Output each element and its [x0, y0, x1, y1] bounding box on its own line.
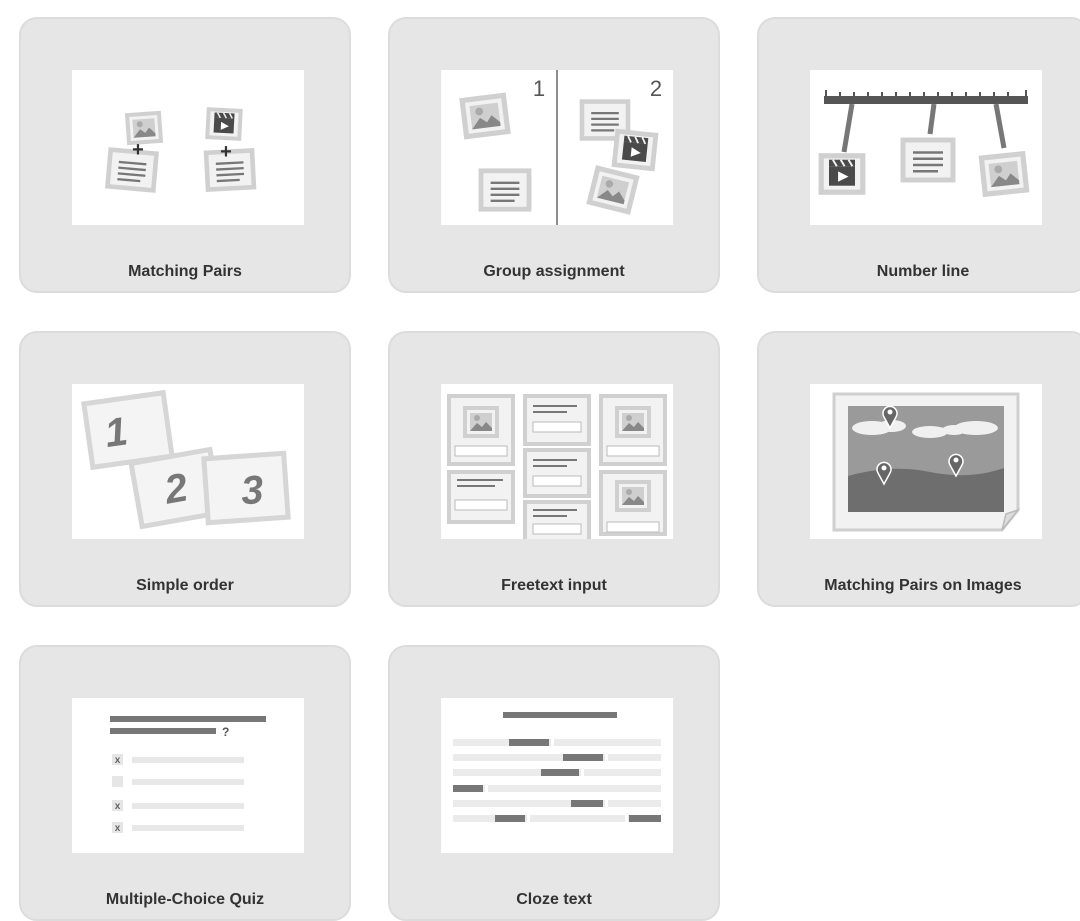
- freetext-input-thumbnail: [441, 384, 673, 539]
- group-number: 1: [533, 76, 545, 101]
- simple-order-icon: 1 2 3: [81, 389, 291, 530]
- template-card-matching-pairs-on-images[interactable]: Matching Pairs on Images: [757, 331, 1080, 607]
- question-mark: ?: [222, 725, 229, 739]
- template-label: Matching Pairs on Images: [824, 577, 1022, 594]
- template-label: Number line: [876, 263, 970, 280]
- multiple-choice-quiz-thumbnail: ? x x x: [72, 698, 304, 853]
- number-line-icon: [810, 90, 1042, 225]
- matching-pairs-icon: + +: [72, 70, 304, 225]
- group-number: 2: [650, 76, 662, 101]
- group-assignment-icon: 1 2: [441, 70, 662, 225]
- template-card-multiple-choice-quiz[interactable]: ? x x x Multiple-Choice Quiz: [19, 645, 351, 921]
- cross-mark: x: [115, 755, 121, 766]
- cross-mark: x: [115, 801, 121, 812]
- template-card-simple-order[interactable]: 1 2 3 Simple order: [19, 331, 351, 607]
- cloze-text-icon: [453, 712, 661, 822]
- group-assignment-thumbnail: 1 2: [441, 70, 673, 225]
- order-number: 3: [240, 468, 265, 513]
- multiple-choice-icon: ? x x x: [110, 716, 266, 834]
- plus-sign: +: [132, 139, 144, 161]
- template-card-matching-pairs[interactable]: + + Matching Pairs: [19, 17, 351, 293]
- template-label: Cloze text: [516, 891, 592, 908]
- map-pins-icon: [832, 392, 1021, 532]
- freetext-input-icon: [447, 394, 667, 539]
- template-label: Matching Pairs: [128, 263, 242, 280]
- matching-pairs-thumbnail: + +: [72, 70, 304, 225]
- template-card-group-assignment[interactable]: 1 2 Group assignment: [388, 17, 720, 293]
- template-card-freetext-input[interactable]: Freetext input: [388, 331, 720, 607]
- template-label: Group assignment: [483, 263, 625, 280]
- template-label: Simple order: [136, 577, 234, 594]
- cloze-text-thumbnail: [441, 698, 673, 853]
- simple-order-thumbnail: 1 2 3: [72, 384, 304, 539]
- template-card-number-line[interactable]: Number line: [757, 17, 1080, 293]
- number-line-thumbnail: [810, 70, 1042, 225]
- template-label: Freetext input: [501, 577, 607, 594]
- matching-pairs-on-images-thumbnail: [810, 384, 1042, 539]
- template-card-cloze-text[interactable]: Cloze text: [388, 645, 720, 921]
- template-label: Multiple-Choice Quiz: [105, 891, 265, 908]
- plus-sign: +: [220, 141, 232, 163]
- cross-mark: x: [115, 823, 121, 834]
